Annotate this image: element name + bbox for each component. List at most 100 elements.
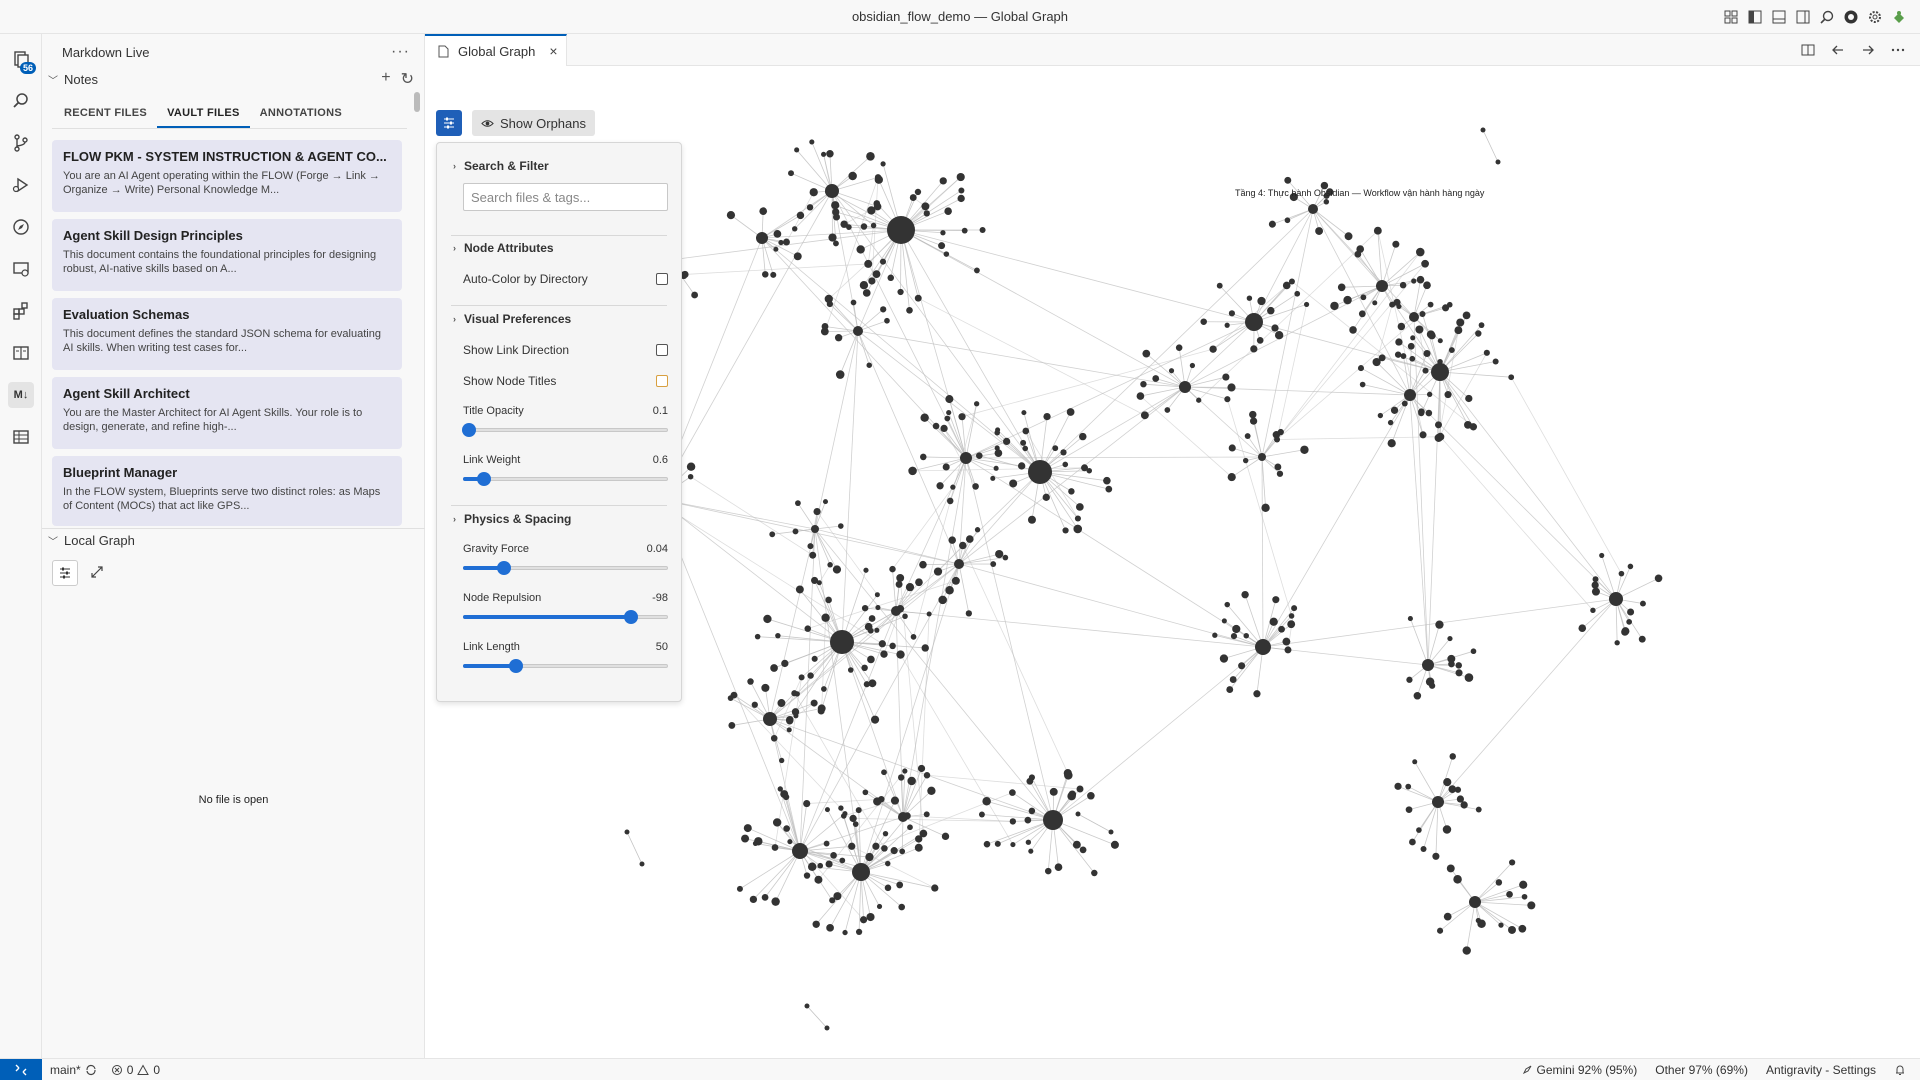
toggle-panel-icon[interactable] [1770,8,1788,26]
graph-edge [965,321,1255,459]
slider-thumb[interactable] [624,610,639,624]
toggle-secondary-sidebar-icon[interactable] [1794,8,1812,26]
settings-indicator[interactable]: Antigravity - Settings [1766,1063,1876,1077]
notes-section-header[interactable]: ﹀ Notes [48,72,98,87]
sidebar-scrollbar[interactable] [414,92,420,112]
node-repulsion-slider[interactable] [463,610,668,624]
account-icon[interactable] [1842,8,1860,26]
tab-annotations[interactable]: ANNOTATIONS [250,101,352,128]
graph-node [1230,633,1238,640]
gemini-quota[interactable]: Gemini 92% (95%) [1521,1063,1637,1077]
file-card[interactable]: Agent Skill Architect You are the Master… [52,377,402,449]
graph-node [1228,310,1235,317]
tab-global-graph[interactable]: Global Graph × [425,34,567,66]
graph-search-input[interactable]: Search files & tags... [463,183,668,211]
link-weight-label-row: Link Weight 0.6 [463,454,668,466]
slider-thumb[interactable] [462,423,477,437]
graph-node [1415,325,1424,334]
remote-explorer-icon[interactable] [8,256,34,282]
branch-indicator[interactable]: main* [50,1063,97,1077]
graph-node [624,829,630,835]
run-debug-icon[interactable] [8,172,34,198]
close-icon[interactable]: × [549,43,557,59]
link-direction-checkbox[interactable] [656,344,668,356]
slider-thumb[interactable] [497,561,511,575]
graph-node [1079,432,1087,441]
local-graph-section-header[interactable]: ﹀ Local Graph [48,533,135,548]
graph-node [1590,607,1596,614]
explorer-icon[interactable]: 56 [8,46,36,74]
graph-node [880,650,888,658]
extension-icon[interactable] [1890,8,1908,26]
title-opacity-label-row: Title Opacity 0.1 [463,405,668,417]
graph-node [1022,445,1029,452]
visual-preferences-header[interactable]: › Visual Preferences [453,312,571,326]
slider-thumb[interactable] [509,659,524,673]
physics-spacing-header[interactable]: › Physics & Spacing [453,512,571,526]
settings-gear-icon[interactable] [1866,8,1884,26]
graph-edge [1422,313,1441,373]
source-control-icon[interactable] [8,130,34,156]
book-icon[interactable] [8,340,34,366]
graph-edge [814,528,960,565]
other-quota-text: Other 97% (69%) [1655,1063,1748,1077]
other-quota[interactable]: Other 97% (69%) [1655,1063,1748,1077]
problems-indicator[interactable]: 0 0 [111,1063,160,1077]
graph-edge [1439,371,1617,600]
graph-node [849,814,857,823]
node-titles-checkbox[interactable] [656,375,668,387]
forward-arrow-icon[interactable] [1860,42,1876,61]
file-card[interactable]: Agent Skill Design Principles This docum… [52,219,402,291]
link-length-slider[interactable] [463,659,668,673]
graph-node [879,258,887,265]
refresh-icon[interactable]: ↻ [401,69,414,89]
graph-node [973,401,980,407]
title-opacity-slider[interactable] [462,423,668,437]
show-orphans-button[interactable]: Show Orphans [472,110,595,136]
graph-node [1226,686,1234,694]
back-arrow-icon[interactable] [1830,42,1846,61]
status-left: main* 0 0 [50,1063,160,1077]
markdown-live-icon[interactable]: M↓ [8,382,34,408]
graph-node [771,844,779,851]
graph-node [1442,825,1452,834]
node-attributes-header[interactable]: › Node Attributes [453,241,554,255]
gravity-force-slider[interactable] [463,561,668,575]
graph-node [868,679,877,688]
rocket-icon[interactable] [8,214,34,240]
slider-thumb[interactable] [476,472,491,486]
graph-controls-button[interactable] [436,110,462,136]
graph-edge [794,693,885,849]
split-editor-icon[interactable] [1800,42,1816,61]
graph-node [1434,433,1443,442]
graph-node [795,585,804,594]
link-weight-slider[interactable] [463,472,668,486]
expand-icon[interactable] [90,565,104,582]
search-view-icon[interactable] [8,88,34,114]
graph-node [873,202,882,211]
file-card[interactable]: FLOW PKM - SYSTEM INSTRUCTION & AGENT CO… [52,140,402,212]
graph-node [878,640,886,648]
graph-node [890,796,900,805]
graph-node [761,893,769,901]
more-actions-icon[interactable] [1890,42,1906,61]
node-repulsion-label-row: Node Repulsion -98 [463,592,668,604]
show-orphans-label: Show Orphans [500,115,586,131]
toggle-primary-sidebar-icon[interactable] [1746,8,1764,26]
more-actions-icon[interactable]: ··· [391,43,410,61]
auto-color-checkbox[interactable] [656,273,668,285]
extensions-icon[interactable] [8,298,34,324]
search-icon[interactable] [1818,8,1836,26]
bell-icon[interactable] [1894,1064,1906,1076]
graph-node [1618,570,1625,577]
table-icon[interactable] [8,424,34,450]
file-card[interactable]: Blueprint Manager In the FLOW system, Bl… [52,456,402,526]
add-note-icon[interactable]: + [381,69,390,89]
file-card[interactable]: Evaluation Schemas This document defines… [52,298,402,370]
tab-recent-files[interactable]: RECENT FILES [54,101,157,128]
graph-settings-button[interactable] [52,560,78,586]
remote-indicator[interactable] [0,1059,42,1080]
search-filter-header[interactable]: › Search & Filter [453,159,549,173]
customize-layout-icon[interactable] [1722,8,1740,26]
tab-vault-files[interactable]: VAULT FILES [157,101,250,128]
